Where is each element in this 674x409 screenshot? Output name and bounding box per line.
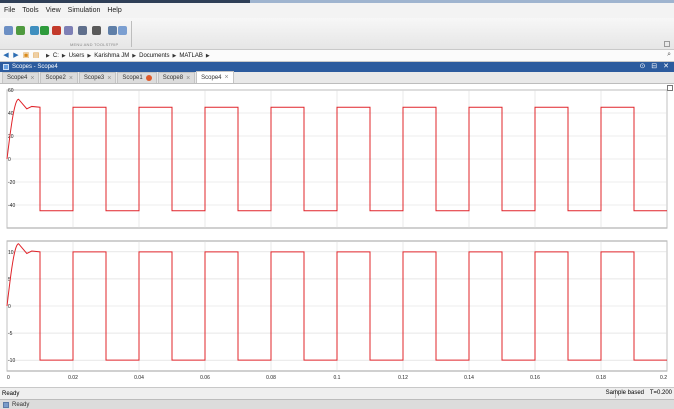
breadcrumb-arrow-icon[interactable]: ▶ [62, 53, 66, 59]
breadcrumb-arrow-icon[interactable]: ▶ [87, 53, 91, 59]
warning-icon [145, 75, 152, 81]
scope-window-titlebar: Scopes - Scope4 ⊙ ⊟ ✕ [0, 62, 674, 72]
autoscale-icon[interactable] [92, 26, 101, 35]
status-sample-mode: Sample based [605, 390, 644, 396]
menu-bar: File Tools View Simulation Help [0, 3, 674, 18]
tab-close-icon[interactable]: × [186, 75, 190, 82]
back-icon[interactable] [16, 26, 25, 35]
breadcrumb-arrow-icon[interactable]: ▶ [206, 53, 210, 59]
nav-back-icon[interactable]: ◀ [2, 52, 10, 60]
measure-icon[interactable] [118, 26, 127, 35]
toolstrip-caption: MENU AND TOOLSTRIP [70, 42, 119, 47]
breadcrumb: ▶ C: ▶ Users ▶ Karishma JM ▶ Documents ▶ MATLAB ▶ [46, 53, 210, 59]
stop-icon[interactable] [52, 26, 61, 35]
scope-status-bar: Ready Sample based T=0.200 [0, 387, 674, 399]
x-tick-label: 0.18 [596, 375, 606, 381]
breadcrumb-arrow-icon[interactable]: ▶ [46, 53, 50, 59]
status-indicator-icon [3, 401, 9, 408]
x-tick-label: 0.2 [660, 375, 667, 381]
x-tick-label: 0.16 [530, 375, 540, 381]
matlab-status-bar: Ready [0, 399, 674, 409]
signal-trace-1 [6, 98, 667, 212]
y-tick-label: -40 [8, 203, 15, 209]
breadcrumb-arrow-icon[interactable]: ▶ [132, 53, 136, 59]
cursor-icon[interactable] [108, 26, 117, 35]
toolstrip: MENU AND TOOLSTRIP [0, 18, 674, 50]
breadcrumb-item[interactable]: Users [69, 53, 85, 59]
tab-scope2[interactable]: Scope2 × [40, 72, 78, 83]
y-tick-label: 60 [8, 88, 14, 94]
breadcrumb-item[interactable]: MATLAB [179, 53, 203, 59]
status-ready: Ready [2, 390, 20, 397]
tab-scope1[interactable]: Scope1 [117, 72, 157, 83]
y-tick-label: -20 [8, 180, 15, 186]
x-tick-label: 0 [7, 375, 10, 381]
tab-scope4[interactable]: Scope4 × [2, 72, 40, 83]
scope-plot-area: 60 40 20 0 -20 -40 10 5 0 -5 -10 0 0.02 0.04 0.06 0.08 0… [0, 84, 674, 387]
menu-view[interactable]: View [46, 7, 61, 14]
tab-label: Scope4 [201, 74, 222, 81]
step-back-icon[interactable] [30, 26, 39, 35]
menu-tools[interactable]: Tools [22, 7, 38, 14]
tab-close-icon[interactable]: × [69, 75, 73, 82]
breadcrumb-item[interactable]: C: [53, 53, 59, 59]
x-tick-label: 0.14 [464, 375, 474, 381]
scope-window-title: Scopes - Scope4 [12, 64, 58, 70]
menu-help[interactable]: Help [107, 7, 121, 14]
y-tick-label: -5 [8, 331, 13, 337]
scope-window-icon [3, 64, 9, 70]
y-tick-label: 0 [8, 304, 11, 310]
x-tick-label: 0.04 [134, 375, 144, 381]
scope-plots: 6040200-20-401050-5-100 0.02 0.04 0.06 0.08 0… [6, 88, 668, 381]
tab-scope8[interactable]: Scope8 × [157, 72, 196, 83]
browse-folder-icon[interactable]: ▤ [32, 52, 40, 60]
up-folder-icon[interactable]: ▣ [22, 52, 30, 60]
run-icon[interactable] [40, 26, 49, 35]
tab-label: Scope1 [122, 75, 143, 81]
address-bar: ◀ ▶ ▣ ▤ ▶ C: ▶ Users ▶ Karishma JM ▶ Documents ▶… [0, 50, 674, 62]
x-tick-label: 0.1 [334, 375, 341, 381]
zoom-icon[interactable] [78, 26, 87, 35]
tab-label: Scope8 [162, 75, 184, 81]
tab-scope4[interactable]: Scope4 × [196, 71, 234, 83]
x-tick-label: 0.12 [398, 375, 408, 381]
open-icon[interactable] [4, 26, 13, 35]
x-tick-label: 0.08 [266, 375, 276, 381]
tab-label: Scope2 [45, 75, 66, 81]
nav-forward-icon[interactable]: ▶ [12, 52, 20, 60]
breadcrumb-arrow-icon[interactable]: ▶ [172, 53, 176, 59]
breadcrumb-item[interactable]: Documents [139, 53, 169, 59]
breadcrumb-item[interactable]: Karishma JM [94, 53, 129, 59]
toolstrip-collapse-icon[interactable] [664, 41, 670, 47]
x-tick-label: 0.06 [200, 375, 210, 381]
matlab-ready: Ready [12, 401, 30, 408]
status-sim-time: T=0.200 [649, 390, 672, 396]
tab-close-icon[interactable]: × [30, 75, 34, 82]
tab-label: Scope4 [7, 75, 28, 81]
x-tick-label: 0.02 [68, 375, 78, 381]
tab-close-icon[interactable]: × [225, 74, 229, 81]
menu-file[interactable]: File [4, 7, 15, 14]
tab-close-icon[interactable]: × [107, 75, 111, 82]
tab-label: Scope3 [83, 75, 105, 81]
y-tick-label: 10 [8, 250, 14, 256]
y-tick-label: -10 [8, 358, 15, 364]
y-tick-label: 20 [8, 134, 14, 140]
tab-scope3[interactable]: Scope3 × [78, 72, 117, 83]
window-controls[interactable]: ⊙ ⊟ ✕ [640, 62, 672, 70]
signal-trace-2 [6, 243, 667, 361]
y-tick-label: 0 [8, 157, 11, 163]
search-icon[interactable]: ⌕ [667, 51, 671, 59]
toolstrip-separator [131, 21, 132, 47]
plot-options-icon[interactable] [667, 85, 673, 91]
scope-tabs: Scope4 × Scope2 × Scope3 × Scope1 Scope8 × Scope4… [0, 71, 674, 84]
config-icon[interactable] [64, 26, 73, 35]
menu-simulation[interactable]: Simulation [68, 7, 101, 14]
